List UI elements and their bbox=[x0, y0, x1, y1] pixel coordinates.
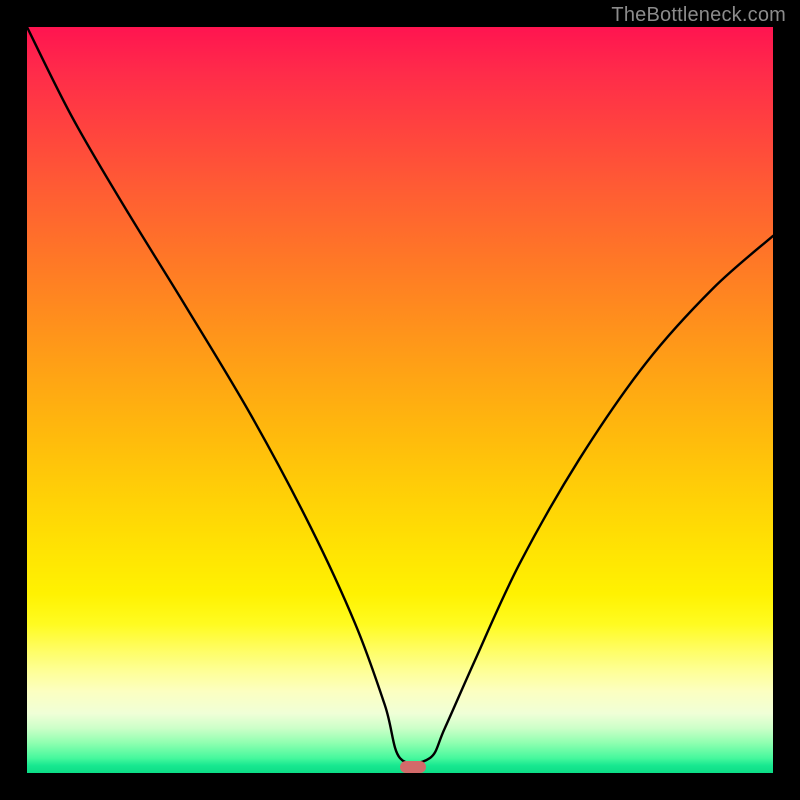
bottleneck-curve bbox=[27, 27, 773, 773]
watermark-text: TheBottleneck.com bbox=[611, 4, 786, 27]
optimal-marker bbox=[400, 761, 426, 773]
plot-area bbox=[27, 27, 773, 773]
chart-frame: TheBottleneck.com bbox=[0, 0, 800, 800]
